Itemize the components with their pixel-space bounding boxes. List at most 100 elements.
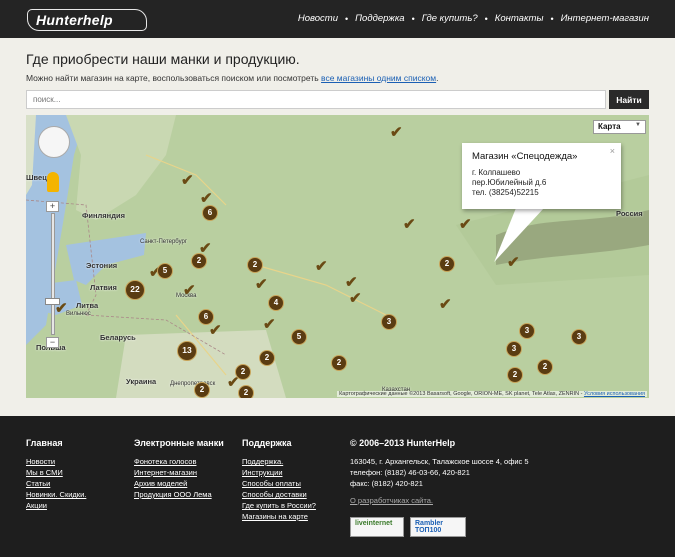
- store-cluster[interactable]: 3: [571, 329, 587, 345]
- nav-separator: •: [345, 13, 349, 24]
- store-cluster[interactable]: 2: [235, 364, 251, 380]
- store-cluster[interactable]: 6: [198, 309, 214, 325]
- footer-link[interactable]: Фонотека голосов: [134, 456, 224, 467]
- map-label-latvia: Латвия: [90, 283, 117, 292]
- rambler-top100-badge[interactable]: Rambler ТОП100: [410, 517, 466, 537]
- top-navigation-bar: Hunterhelp Новости • Поддержка • Где куп…: [0, 0, 675, 38]
- close-icon[interactable]: ×: [610, 146, 615, 156]
- map-pan-control[interactable]: [38, 126, 70, 158]
- footer-link[interactable]: Акции: [26, 500, 86, 511]
- footer-heading: Поддержка: [242, 438, 292, 448]
- footer-link[interactable]: Магазины на карте: [242, 511, 316, 522]
- store-cluster[interactable]: 2: [331, 355, 347, 371]
- store-cluster[interactable]: 2: [238, 385, 254, 398]
- store-cluster[interactable]: 2: [247, 257, 263, 273]
- footer-col-main: Главная Новости Мы в СМИ Статьи Новинки.…: [26, 438, 86, 511]
- store-cluster[interactable]: 22: [125, 280, 145, 300]
- store-cluster[interactable]: 3: [506, 341, 522, 357]
- zoom-out-button[interactable]: −: [46, 337, 59, 348]
- store-cluster[interactable]: 3: [381, 314, 397, 330]
- store-cluster[interactable]: 3: [519, 323, 535, 339]
- store-pin[interactable]: ✔: [181, 173, 194, 188]
- street-view-pegman-icon[interactable]: [47, 172, 59, 192]
- store-cluster[interactable]: 5: [291, 329, 307, 345]
- store-pin[interactable]: ✔: [263, 317, 276, 332]
- liveinternet-counter-badge[interactable]: liveinternet: [350, 517, 404, 537]
- store-pin[interactable]: ✔: [439, 297, 452, 312]
- footer-link[interactable]: Способы оплаты: [242, 478, 316, 489]
- infowindow-address: пер.Юбилейный д.6: [472, 178, 547, 187]
- nav-where-to-buy[interactable]: Где купить?: [422, 13, 478, 24]
- infowindow-city: г. Колпашево: [472, 168, 521, 177]
- store-cluster[interactable]: 2: [439, 256, 455, 272]
- map-label-vilnius: Вильнюс: [66, 311, 91, 317]
- store-pin[interactable]: ✔: [459, 217, 472, 232]
- all-stores-list-link[interactable]: все магазины одним списком: [321, 73, 436, 83]
- footer-link[interactable]: Поддержка.: [242, 456, 316, 467]
- store-infowindow: × Магазин «Спецодежда» г. Колпашево пер.…: [462, 143, 621, 209]
- search-button[interactable]: Найти: [609, 90, 649, 109]
- attribution-text: Картографические данные ©2013 Basarsoft,…: [339, 391, 583, 397]
- footer-link[interactable]: Продукция ООО Лема: [134, 489, 224, 500]
- footer-link[interactable]: Инструкции: [242, 467, 316, 478]
- chevron-down-icon: ▼: [635, 122, 641, 128]
- map-label-finland: Финляндия: [82, 211, 125, 220]
- store-pin[interactable]: ✔: [255, 277, 268, 292]
- store-pin[interactable]: ✔: [315, 259, 328, 274]
- store-pin[interactable]: ✔: [349, 291, 362, 306]
- store-cluster[interactable]: 2: [507, 367, 523, 383]
- footer-link[interactable]: Статьи: [26, 478, 86, 489]
- footer-link[interactable]: Интернет-магазин: [134, 467, 224, 478]
- store-cluster[interactable]: 6: [202, 205, 218, 221]
- store-cluster[interactable]: 2: [259, 350, 275, 366]
- map-attribution: Картографические данные ©2013 Basarsoft,…: [337, 391, 647, 397]
- footer-col-contacts: © 2006–2013 HunterHelp 163045, г. Арханг…: [350, 438, 650, 505]
- store-pin[interactable]: ✔: [390, 125, 403, 140]
- search-input[interactable]: [26, 90, 606, 109]
- terms-of-use-link[interactable]: Условия использования: [584, 391, 645, 397]
- store-cluster[interactable]: 2: [537, 359, 553, 375]
- map-label-lithuania: Литва: [76, 301, 99, 310]
- store-pin[interactable]: ✔: [209, 323, 222, 338]
- store-pin[interactable]: ✔: [403, 217, 416, 232]
- store-cluster[interactable]: 2: [191, 253, 207, 269]
- main-nav: Новости • Поддержка • Где купить? • Конт…: [298, 13, 649, 24]
- footer-link[interactable]: Архив моделей: [134, 478, 224, 489]
- logo-text: Hunterhelp: [36, 12, 113, 28]
- developers-link[interactable]: О разработчиках сайта.: [350, 496, 650, 505]
- store-cluster[interactable]: 4: [268, 295, 284, 311]
- nav-online-shop[interactable]: Интернет-магазин: [561, 13, 649, 24]
- footer-link[interactable]: Где купить в России?: [242, 500, 316, 511]
- map-label-belarus: Беларусь: [100, 333, 136, 342]
- site-footer: Главная Новости Мы в СМИ Статьи Новинки.…: [0, 416, 675, 557]
- footer-heading: Главная: [26, 438, 63, 448]
- store-map[interactable]: Швеция Финляндия Эстония Латвия Литва По…: [26, 115, 649, 398]
- store-cluster[interactable]: 5: [157, 263, 173, 279]
- store-cluster[interactable]: 13: [177, 341, 197, 361]
- zoom-slider[interactable]: [51, 213, 55, 335]
- map-type-dropdown[interactable]: Карта ▼: [593, 120, 646, 134]
- footer-link[interactable]: Новинки. Скидки.: [26, 489, 86, 500]
- nav-news[interactable]: Новости: [298, 13, 338, 24]
- store-pin[interactable]: ✔: [183, 283, 196, 298]
- footer-col-support: Поддержка Поддержка. Инструкции Способы …: [242, 438, 316, 522]
- main-content: Где приобрести наши манки и продукцию. М…: [0, 38, 675, 416]
- zoom-in-button[interactable]: +: [46, 201, 59, 212]
- map-label-russia: Россия: [616, 209, 643, 218]
- zoom-slider-handle[interactable]: [45, 298, 60, 305]
- store-pin[interactable]: ✔: [345, 275, 358, 290]
- map-type-label: Карта: [598, 122, 621, 131]
- footer-address: 163045, г. Архангельск, Талажское шоссе …: [350, 457, 529, 466]
- nav-support[interactable]: Поддержка: [355, 13, 404, 24]
- footer-heading: Электронные манки: [134, 438, 224, 448]
- nav-contacts[interactable]: Контакты: [495, 13, 544, 24]
- store-pin[interactable]: ✔: [200, 191, 213, 206]
- footer-link[interactable]: Мы в СМИ: [26, 467, 86, 478]
- nav-separator: •: [484, 13, 488, 24]
- map-label-spb: Санкт-Петербург: [140, 239, 188, 245]
- footer-fax: факс: (8182) 420-821: [350, 479, 423, 488]
- store-cluster[interactable]: 2: [194, 382, 210, 398]
- site-logo[interactable]: Hunterhelp: [27, 9, 147, 31]
- footer-link[interactable]: Новости: [26, 456, 86, 467]
- footer-link[interactable]: Способы доставки: [242, 489, 316, 500]
